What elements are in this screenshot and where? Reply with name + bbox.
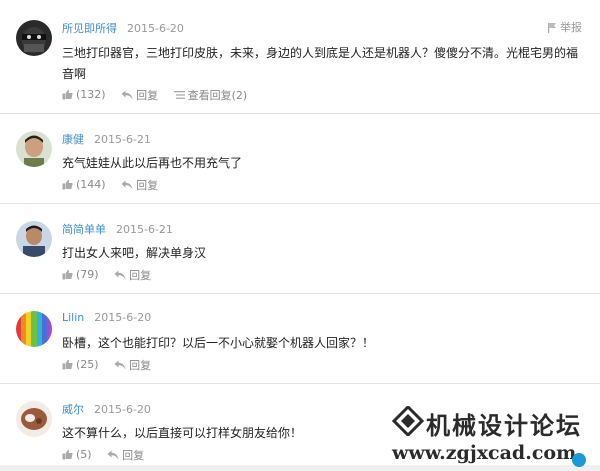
- reply-button[interactable]: 回复: [107, 447, 144, 463]
- comment-text: 三地打印器官，三地打印皮肤，未来，身边的人到底是人还是机器人？傻傻分不清。光棍宅…: [62, 46, 579, 81]
- comment-item: Lilin 2015-6-20 卧槽，这个也能打印？以后一不小心就娶个机器人回家？…: [0, 294, 600, 384]
- thumbs-up-icon: [62, 269, 73, 280]
- watermark-dot: [572, 453, 586, 467]
- reply-label: 回复: [129, 269, 152, 282]
- username-link[interactable]: 简简单单: [62, 223, 106, 236]
- username-link[interactable]: Lilin: [62, 311, 84, 324]
- watermark-url: www.zgjxcad.com: [392, 442, 577, 464]
- like-count: (79): [76, 268, 99, 281]
- list-icon: [173, 91, 185, 99]
- comment-actions: (144) 回复: [62, 177, 170, 193]
- comment-meta: 康健 2015-6-21: [62, 131, 151, 147]
- comment-item: 康健 2015-6-21 充气娃娃从此以后再也不用充气了 (144) 回复: [0, 114, 600, 204]
- reply-button[interactable]: 回复: [121, 177, 158, 193]
- reply-label: 回复: [129, 359, 152, 372]
- watermark-title: 机械设计论坛: [426, 412, 582, 440]
- comment-date: 2015-6-20: [127, 22, 184, 35]
- like-count: (25): [76, 358, 99, 371]
- thumbs-up-icon: [62, 449, 73, 460]
- reply-arrow-icon: [121, 180, 133, 190]
- avatar[interactable]: [16, 20, 52, 56]
- comment-meta: Lilin 2015-6-20: [62, 311, 151, 324]
- reply-button[interactable]: 回复: [114, 267, 151, 283]
- view-replies-label: 查看回复(2): [187, 89, 248, 102]
- site-watermark: 机械设计论坛 www.zgjxcad.com: [390, 403, 600, 471]
- comment-date: 2015-6-21: [116, 223, 173, 236]
- avatar[interactable]: [16, 401, 52, 437]
- avatar[interactable]: [16, 311, 52, 347]
- comment-item: 所见即所得 2015-6-20 举报 三地打印器官，三地打印皮肤，未来，身边的人到…: [0, 0, 600, 114]
- comment-text: 卧槽，这个也能打印？以后一不小心就娶个机器人回家？！: [62, 336, 375, 350]
- comment-text: 充气娃娃从此以后再也不用充气了: [62, 156, 243, 170]
- comment-meta: 所见即所得 2015-6-20: [62, 20, 184, 36]
- comment-actions: (79) 回复: [62, 267, 163, 283]
- username-link[interactable]: 威尔: [62, 403, 84, 416]
- view-replies-button[interactable]: 查看回复(2): [173, 87, 248, 103]
- avatar[interactable]: [16, 221, 52, 257]
- username-link[interactable]: 康健: [62, 133, 84, 146]
- like-button[interactable]: (144): [62, 178, 106, 191]
- reply-label: 回复: [122, 449, 145, 462]
- like-button[interactable]: (79): [62, 268, 99, 281]
- flag-icon: [548, 22, 556, 33]
- comment-actions: (25) 回复: [62, 357, 163, 373]
- gear-logo-icon: [392, 406, 424, 436]
- reply-button[interactable]: 回复: [114, 357, 151, 373]
- comment-list: 所见即所得 2015-6-20 举报 三地打印器官，三地打印皮肤，未来，身边的人到…: [0, 0, 600, 471]
- comment-meta: 威尔 2015-6-20: [62, 401, 151, 417]
- comment-meta: 简简单单 2015-6-21: [62, 221, 173, 237]
- comment-item: 简简单单 2015-6-21 打出女人来吧，解决单身汉 (79) 回复: [0, 204, 600, 294]
- comment-text: 打出女人来吧，解决单身汉: [62, 246, 207, 260]
- reply-arrow-icon: [121, 90, 133, 100]
- like-count: (144): [76, 178, 106, 191]
- username-link[interactable]: 所见即所得: [62, 22, 117, 35]
- report-button[interactable]: 举报: [547, 19, 582, 35]
- like-button[interactable]: (25): [62, 358, 99, 371]
- like-button[interactable]: (5): [62, 448, 92, 461]
- comment-actions: (132) 回复 查看回复(2): [62, 87, 259, 103]
- thumbs-up-icon: [62, 359, 73, 370]
- reply-arrow-icon: [114, 360, 126, 370]
- comment-date: 2015-6-20: [94, 311, 152, 324]
- like-button[interactable]: (132): [62, 88, 106, 101]
- like-count: (5): [76, 448, 92, 461]
- avatar[interactable]: [16, 131, 52, 167]
- reply-button[interactable]: 回复: [121, 87, 158, 103]
- reply-label: 回复: [136, 179, 159, 192]
- thumbs-up-icon: [62, 89, 73, 100]
- report-label: 举报: [560, 21, 582, 34]
- reply-arrow-icon: [114, 270, 126, 280]
- comment-date: 2015-6-20: [94, 403, 151, 416]
- comment-date: 2015-6-21: [94, 133, 151, 146]
- thumbs-up-icon: [62, 179, 73, 190]
- reply-arrow-icon: [107, 450, 119, 460]
- comment-actions: (5) 回复: [62, 447, 156, 463]
- like-count: (132): [76, 88, 106, 101]
- reply-label: 回复: [136, 89, 159, 102]
